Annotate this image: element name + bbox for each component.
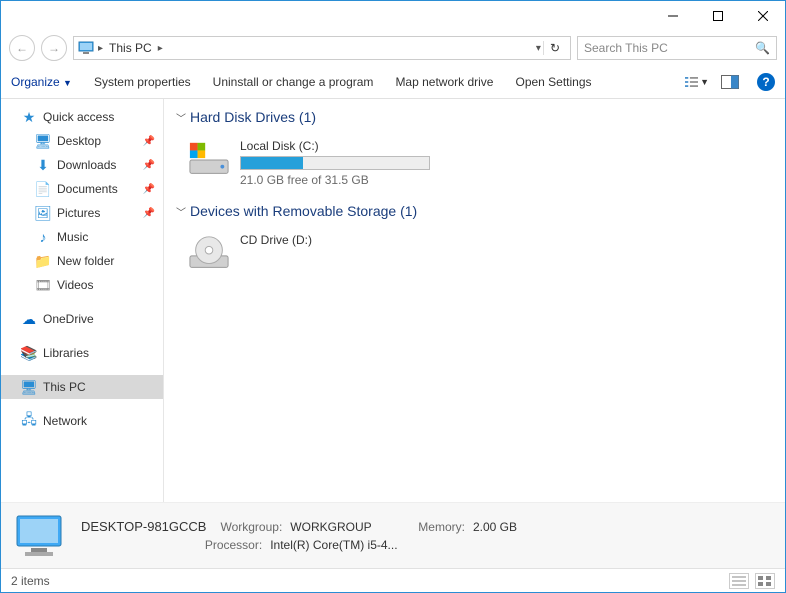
breadcrumb-location[interactable]: This PC xyxy=(107,41,154,55)
navigation-pane: ★ Quick access 🖥 Desktop 📌 ⬇ Downloads 📌… xyxy=(1,99,164,502)
maximize-button[interactable] xyxy=(695,1,740,31)
sidebar-item-network[interactable]: 🖧 Network xyxy=(1,409,163,433)
organize-menu[interactable]: Organize ▼ xyxy=(11,75,72,89)
sidebar-item-label: Desktop xyxy=(57,134,101,148)
uninstall-program-button[interactable]: Uninstall or change a program xyxy=(213,75,374,89)
chevron-down-icon: ﹀ xyxy=(176,204,186,219)
pictures-icon: 🖼 xyxy=(35,205,51,221)
details-view-button[interactable] xyxy=(729,573,749,589)
sidebar-item-pictures[interactable]: 🖼 Pictures 📌 xyxy=(1,201,163,225)
large-icons-view-button[interactable] xyxy=(755,573,775,589)
details-pane: DESKTOP-981GCCB Workgroup: WORKGROUP Mem… xyxy=(1,502,785,568)
map-network-drive-button[interactable]: Map network drive xyxy=(395,75,493,89)
window-titlebar xyxy=(1,1,785,31)
close-button[interactable] xyxy=(740,1,785,31)
search-placeholder: Search This PC xyxy=(584,41,668,55)
section-label: Hard Disk Drives (1) xyxy=(190,109,316,125)
libraries-icon: 📚 xyxy=(21,345,37,361)
search-input[interactable]: Search This PC 🔍 xyxy=(577,36,777,60)
folder-icon: 📁 xyxy=(35,253,51,269)
memory-label: Memory: xyxy=(418,520,465,534)
sidebar-item-label: Quick access xyxy=(43,110,114,124)
computer-icon xyxy=(13,512,69,560)
pin-icon: 📌 xyxy=(143,160,155,171)
sidebar-item-music[interactable]: ♪ Music xyxy=(1,225,163,249)
sidebar-item-label: Pictures xyxy=(57,206,100,220)
pin-icon: 📌 xyxy=(143,136,155,147)
sidebar-item-onedrive[interactable]: ☁ OneDrive xyxy=(1,307,163,331)
sidebar-item-label: OneDrive xyxy=(43,312,94,326)
minimize-button[interactable] xyxy=(650,1,695,31)
sidebar-item-label: Videos xyxy=(57,278,93,292)
cd-drive-icon xyxy=(188,233,230,275)
sidebar-item-new-folder[interactable]: 📁 New folder xyxy=(1,249,163,273)
sidebar-item-this-pc[interactable]: 🖥 This PC xyxy=(1,375,163,399)
music-icon: ♪ xyxy=(35,229,51,245)
drive-name: CD Drive (D:) xyxy=(240,233,312,247)
sidebar-item-libraries[interactable]: 📚 Libraries xyxy=(1,341,163,365)
drive-name: Local Disk (C:) xyxy=(240,139,430,153)
sidebar-item-label: Music xyxy=(57,230,88,244)
preview-pane-button[interactable] xyxy=(721,75,745,89)
chevron-right-icon[interactable]: ▸ xyxy=(158,43,163,54)
sidebar-item-label: Documents xyxy=(57,182,118,196)
drive-free-space: 21.0 GB free of 31.5 GB xyxy=(240,173,430,187)
pin-icon: 📌 xyxy=(143,208,155,219)
chevron-down-icon: ﹀ xyxy=(176,110,186,125)
pc-icon xyxy=(78,40,94,56)
open-settings-button[interactable]: Open Settings xyxy=(515,75,591,89)
memory-value: 2.00 GB xyxy=(473,520,517,534)
view-options-button[interactable]: ▼ xyxy=(685,75,709,89)
breadcrumb[interactable]: ▸ This PC ▸ ▾ ↻ xyxy=(73,36,571,60)
downloads-icon: ⬇ xyxy=(35,157,51,173)
section-hard-disk-drives[interactable]: ﹀ Hard Disk Drives (1) xyxy=(176,109,773,125)
sidebar-item-label: Network xyxy=(43,414,87,428)
sidebar-item-videos[interactable]: 🎞 Videos xyxy=(1,273,163,297)
onedrive-icon: ☁ xyxy=(21,311,37,327)
processor-label: Processor: xyxy=(205,538,262,552)
sidebar-item-label: This PC xyxy=(43,380,86,394)
videos-icon: 🎞 xyxy=(35,277,51,293)
drive-item-cd-drive[interactable]: CD Drive (D:) xyxy=(176,227,773,281)
sidebar-item-quick-access[interactable]: ★ Quick access xyxy=(1,105,163,129)
drive-item-local-disk[interactable]: Local Disk (C:) 21.0 GB free of 31.5 GB xyxy=(176,133,773,193)
back-button[interactable]: ← xyxy=(9,35,35,61)
main-area: ★ Quick access 🖥 Desktop 📌 ⬇ Downloads 📌… xyxy=(1,99,785,502)
sidebar-item-label: New folder xyxy=(57,254,114,268)
search-icon: 🔍 xyxy=(755,41,770,55)
address-bar: ← → ▸ This PC ▸ ▾ ↻ Search This PC 🔍 xyxy=(1,31,785,65)
sidebar-item-downloads[interactable]: ⬇ Downloads 📌 xyxy=(1,153,163,177)
help-button[interactable]: ? xyxy=(757,73,775,91)
workgroup-value: WORKGROUP xyxy=(290,520,410,534)
section-label: Devices with Removable Storage (1) xyxy=(190,203,417,219)
section-removable-storage[interactable]: ﹀ Devices with Removable Storage (1) xyxy=(176,203,773,219)
sidebar-item-documents[interactable]: 📄 Documents 📌 xyxy=(1,177,163,201)
command-toolbar: Organize ▼ System properties Uninstall o… xyxy=(1,65,785,99)
workgroup-label: Workgroup: xyxy=(220,520,282,534)
refresh-icon[interactable]: ↻ xyxy=(543,41,566,55)
drive-icon xyxy=(188,139,230,181)
storage-bar xyxy=(240,156,430,170)
computer-name: DESKTOP-981GCCB xyxy=(81,519,206,534)
content-pane: ﹀ Hard Disk Drives (1) Local Disk (C:) 2… xyxy=(164,99,785,502)
documents-icon: 📄 xyxy=(35,181,51,197)
history-dropdown-icon[interactable]: ▾ xyxy=(536,43,541,54)
pc-icon: 🖥 xyxy=(21,379,37,395)
status-bar: 2 items xyxy=(1,568,785,592)
system-properties-button[interactable]: System properties xyxy=(94,75,191,89)
network-icon: 🖧 xyxy=(21,413,37,429)
pin-icon: 📌 xyxy=(143,184,155,195)
sidebar-item-label: Downloads xyxy=(57,158,116,172)
forward-button[interactable]: → xyxy=(41,35,67,61)
processor-value: Intel(R) Core(TM) i5-4... xyxy=(270,538,397,552)
desktop-icon: 🖥 xyxy=(35,133,51,149)
sidebar-item-desktop[interactable]: 🖥 Desktop 📌 xyxy=(1,129,163,153)
star-icon: ★ xyxy=(21,109,37,125)
chevron-right-icon[interactable]: ▸ xyxy=(98,43,103,54)
item-count: 2 items xyxy=(11,574,50,588)
sidebar-item-label: Libraries xyxy=(43,346,89,360)
